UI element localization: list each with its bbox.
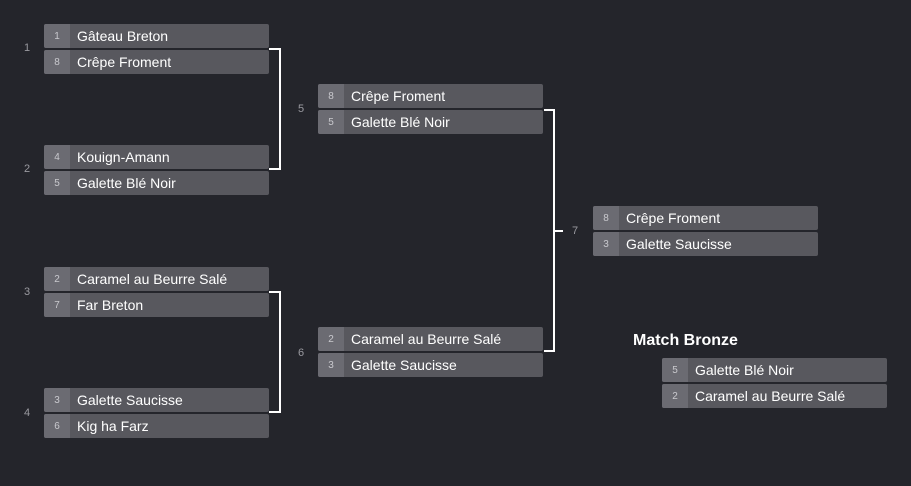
- team-slot[interactable]: 6 Kig ha Farz: [44, 414, 269, 438]
- seed-number: 7: [44, 293, 70, 317]
- team-name: Galette Saucisse: [626, 236, 732, 252]
- seed-number: 3: [44, 388, 70, 412]
- team-slot[interactable]: 2 Caramel au Beurre Salé: [44, 267, 269, 291]
- team-name: Far Breton: [77, 297, 144, 313]
- team-name: Caramel au Beurre Salé: [77, 271, 228, 287]
- team-name: Kig ha Farz: [77, 418, 149, 434]
- team-slot[interactable]: 2 Caramel au Beurre Salé: [662, 384, 887, 408]
- bronze-match-title: Match Bronze: [633, 332, 738, 349]
- team-name: Kouign-Amann: [77, 149, 170, 165]
- team-name: Gâteau Breton: [77, 28, 169, 44]
- seed-number: 5: [44, 171, 70, 195]
- team-name: Crêpe Froment: [351, 88, 446, 104]
- seed-number: 6: [44, 414, 70, 438]
- connector-line: [555, 230, 563, 232]
- team-slot[interactable]: 8 Crêpe Froment: [318, 84, 543, 108]
- team-name: Galette Blé Noir: [77, 175, 176, 191]
- team-slot[interactable]: 2 Caramel au Beurre Salé: [318, 327, 543, 351]
- match-final: 8 Crêpe Froment 3 Galette Saucisse: [593, 206, 818, 256]
- team-name: Caramel au Beurre Salé: [351, 331, 502, 347]
- match-number: 6: [298, 347, 305, 359]
- seed-number: 3: [318, 353, 344, 377]
- match-number: 5: [298, 103, 305, 115]
- team-slot[interactable]: 3 Galette Saucisse: [318, 353, 543, 377]
- team-slot[interactable]: 3 Galette Saucisse: [44, 388, 269, 412]
- match-bronze: 5 Galette Blé Noir 2 Caramel au Beurre Sal…: [662, 358, 887, 408]
- seed-number: 1: [44, 24, 70, 48]
- match-2: 4 Kouign-Amann 5 Galette Blé Noir: [44, 145, 269, 195]
- team-name: Crêpe Froment: [77, 54, 172, 70]
- match-number: 7: [572, 225, 579, 237]
- seed-number: 2: [318, 327, 344, 351]
- seed-number: 8: [44, 50, 70, 74]
- match-4: 3 Galette Saucisse 6 Kig ha Farz: [44, 388, 269, 438]
- team-name: Crêpe Froment: [626, 210, 721, 226]
- seed-number: 5: [662, 358, 688, 382]
- match-6: 2 Caramel au Beurre Salé 3 Galette Sauciss…: [318, 327, 543, 377]
- team-slot[interactable]: 4 Kouign-Amann: [44, 145, 269, 169]
- seed-number: 2: [44, 267, 70, 291]
- seed-number: 5: [318, 110, 344, 134]
- team-slot[interactable]: 5 Galette Blé Noir: [662, 358, 887, 382]
- match-number: 1: [24, 42, 31, 54]
- seed-number: 2: [662, 384, 688, 408]
- seed-number: 3: [593, 232, 619, 256]
- match-number: 2: [24, 163, 31, 175]
- team-name: Galette Blé Noir: [695, 362, 794, 378]
- team-slot[interactable]: 8 Crêpe Froment: [593, 206, 818, 230]
- connector-line: [279, 48, 281, 170]
- match-5: 8 Crêpe Froment 5 Galette Blé Noir: [318, 84, 543, 134]
- team-slot[interactable]: 7 Far Breton: [44, 293, 269, 317]
- match-1: 1 Gâteau Breton 8 Crêpe Froment: [44, 24, 269, 74]
- connector-line: [279, 291, 281, 413]
- tournament-bracket: 1 1 Gâteau Breton 8 Crêpe Froment 2 4 Kouig…: [0, 0, 911, 486]
- seed-number: 8: [593, 206, 619, 230]
- team-slot[interactable]: 3 Galette Saucisse: [593, 232, 818, 256]
- team-name: Galette Blé Noir: [351, 114, 450, 130]
- team-slot[interactable]: 1 Gâteau Breton: [44, 24, 269, 48]
- match-3: 2 Caramel au Beurre Salé 7 Far Breton: [44, 267, 269, 317]
- match-number: 3: [24, 286, 31, 298]
- team-slot[interactable]: 8 Crêpe Froment: [44, 50, 269, 74]
- team-name: Galette Saucisse: [351, 357, 457, 373]
- match-number: 4: [24, 407, 31, 419]
- team-name: Galette Saucisse: [77, 392, 183, 408]
- seed-number: 4: [44, 145, 70, 169]
- team-name: Caramel au Beurre Salé: [695, 388, 846, 404]
- team-slot[interactable]: 5 Galette Blé Noir: [318, 110, 543, 134]
- team-slot[interactable]: 5 Galette Blé Noir: [44, 171, 269, 195]
- seed-number: 8: [318, 84, 344, 108]
